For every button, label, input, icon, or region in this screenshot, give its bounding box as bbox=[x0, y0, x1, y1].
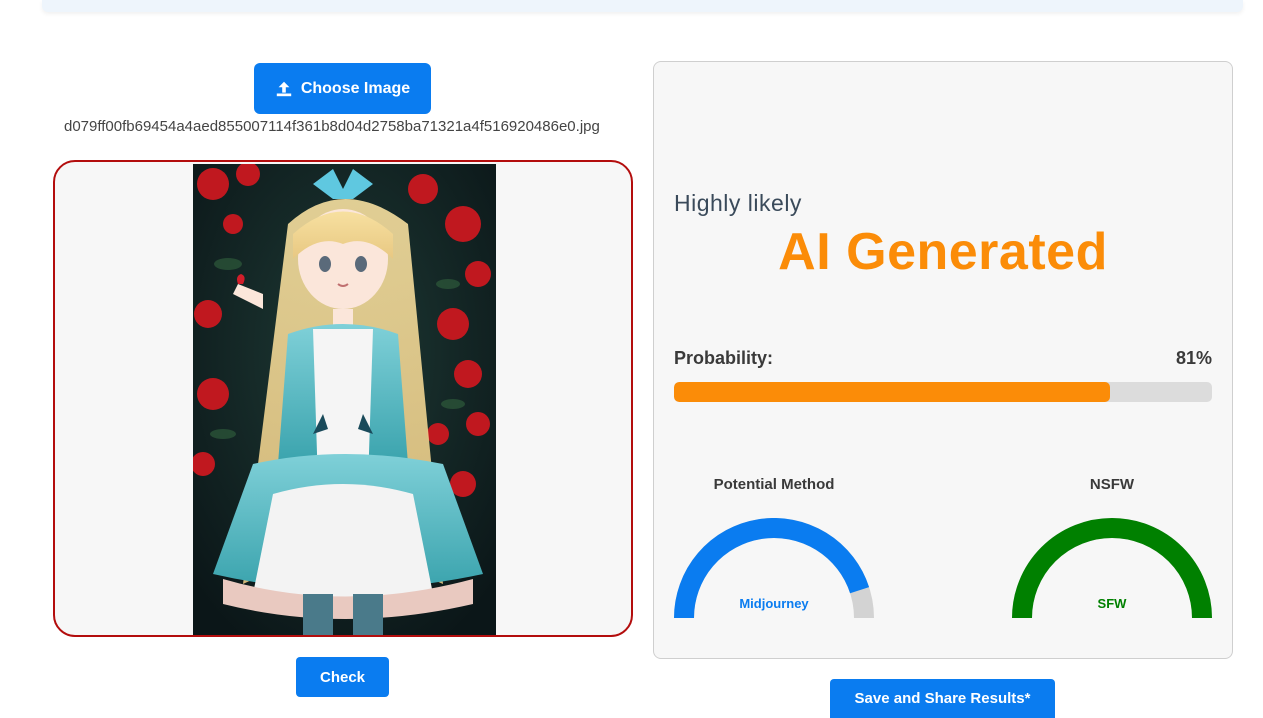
result-panel: Highly likely AI Generated Probability: … bbox=[653, 61, 1233, 659]
top-nav-bar bbox=[42, 0, 1243, 12]
choose-image-label: Choose Image bbox=[300, 79, 411, 97]
file-name: d079ff00fb69454a4aed855007114f361b8d04d2… bbox=[64, 118, 600, 135]
image-preview-frame bbox=[53, 160, 633, 637]
verdict-text: AI Generated bbox=[778, 223, 1108, 281]
method-gauge-title: Potential Method bbox=[713, 476, 835, 493]
upload-icon bbox=[276, 81, 292, 96]
probability-label: Probability: bbox=[674, 348, 774, 368]
nsfw-gauge-title: NSFW bbox=[1089, 476, 1135, 493]
save-share-button[interactable]: Save and Share Results* bbox=[830, 679, 1055, 718]
check-button[interactable]: Check bbox=[296, 657, 389, 697]
method-gauge-value: Midjourney bbox=[739, 596, 809, 611]
likelihood-text: Highly likely bbox=[674, 190, 802, 216]
uploaded-image bbox=[193, 164, 496, 635]
choose-image-button[interactable]: Choose Image bbox=[254, 63, 431, 114]
probability-bar bbox=[674, 382, 1212, 402]
nsfw-gauge-value: SFW bbox=[1097, 596, 1127, 611]
probability-value: 81% bbox=[1175, 348, 1212, 368]
probability-bar-fill bbox=[674, 382, 1110, 402]
